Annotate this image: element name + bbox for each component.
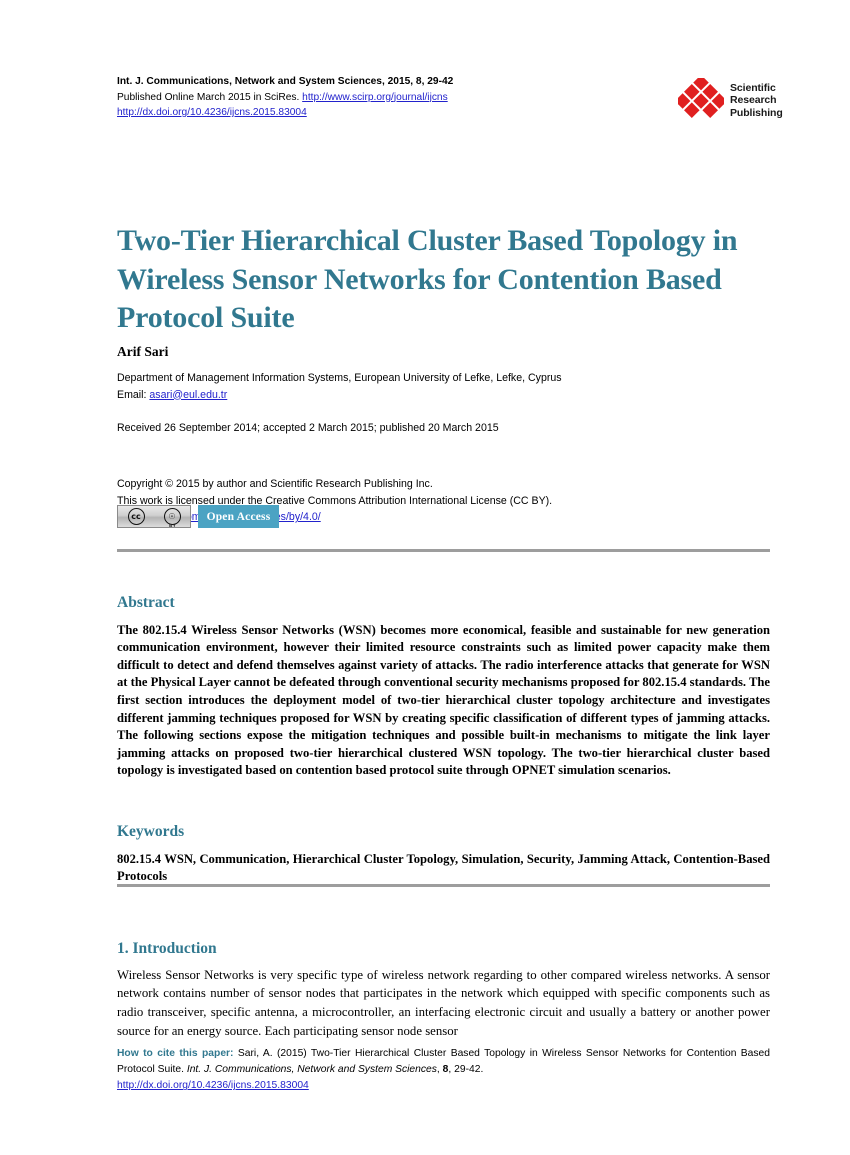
publisher-name: Scientific Research Publishing (730, 82, 783, 119)
paper-title: Two-Tier Hierarchical Cluster Based Topo… (117, 224, 738, 335)
keywords-body: 802.15.4 WSN, Communication, Hierarchica… (117, 851, 770, 884)
copyright-line: Copyright © 2015 by author and Scientifi… (117, 478, 433, 490)
abstract-body: The 802.15.4 Wireless Sensor Networks (W… (117, 622, 770, 778)
introduction-body: Wireless Sensor Networks is very specifi… (117, 967, 770, 1038)
journal-masthead: Int. J. Communications, Network and Syst… (117, 74, 677, 121)
journal-url-link[interactable]: http://www.scirp.org/journal/ijcns (302, 92, 448, 103)
paper-page: Int. J. Communications, Network and Syst… (0, 0, 850, 1155)
doi-url-link[interactable]: http://dx.doi.org/10.4236/ijcns.2015.830… (117, 107, 307, 118)
publisher-line-1: Scientific (730, 82, 776, 94)
publisher-logo: Scientific Research Publishing (678, 76, 783, 126)
cc-by-label: BY (169, 523, 176, 528)
how-to-cite-label: How to cite this paper: (117, 1048, 234, 1059)
abstract-heading: Abstract (117, 593, 175, 611)
divider-above-abstract (117, 549, 770, 552)
email-label: Email: (117, 388, 150, 401)
footer-doi-link[interactable]: http://dx.doi.org/10.4236/ijcns.2015.830… (117, 1080, 309, 1091)
creative-commons-badge[interactable]: cc ☉ BY (117, 505, 191, 528)
publication-dates: Received 26 September 2014; accepted 2 M… (117, 422, 499, 434)
cc-logo-icon: cc (127, 508, 145, 525)
citation-journal-name: Int. J. Communications, Network and Syst… (186, 1064, 437, 1076)
doi-line: http://dx.doi.org/10.4236/ijcns.2015.830… (117, 105, 677, 121)
journal-citation-line: Int. J. Communications, Network and Syst… (117, 76, 454, 87)
license-badge-row: cc ☉ BY Open Access (117, 505, 279, 528)
scirp-diamond-logo-icon (678, 78, 724, 118)
open-access-button[interactable]: Open Access (198, 505, 279, 528)
how-to-cite-footer: How to cite this paper: Sari, A. (2015) … (117, 1046, 770, 1095)
published-online-text: Published Online March 2015 in SciRes. (117, 91, 303, 103)
publisher-line-2: Research (730, 94, 777, 107)
publisher-line-3: Publishing (730, 106, 783, 119)
citation-pages: , 29-42. (448, 1064, 484, 1076)
email-line: Email: asari@eul.edu.tr (117, 387, 757, 404)
keywords-heading: Keywords (117, 822, 185, 840)
author-email-link[interactable]: asari@eul.edu.tr (149, 389, 227, 401)
affiliation-text: Department of Management Information Sys… (117, 372, 562, 384)
published-online-line: Published Online March 2015 in SciRes. h… (117, 90, 677, 106)
divider-above-introduction (117, 884, 770, 887)
introduction-heading: 1. Introduction (117, 939, 217, 957)
author-name: Arif Sari (117, 344, 169, 359)
author-affiliation-block: Department of Management Information Sys… (117, 370, 757, 403)
